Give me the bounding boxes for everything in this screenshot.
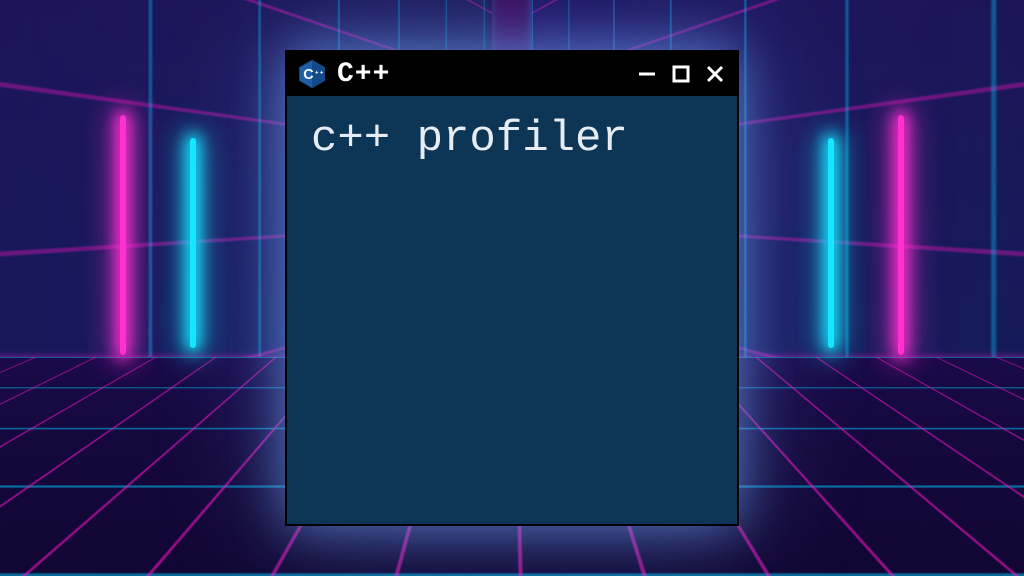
svg-text:+: +	[320, 71, 324, 77]
window-content-area: c++ profiler	[287, 96, 737, 524]
close-icon	[705, 64, 725, 84]
maximize-button[interactable]	[669, 62, 693, 86]
bg-neon-pillar	[120, 115, 126, 355]
bg-neon-pillar	[898, 115, 904, 355]
cpp-logo-icon: C + +	[297, 59, 327, 89]
content-text: c++ profiler	[311, 116, 713, 162]
minimize-icon	[637, 64, 657, 84]
maximize-icon	[671, 64, 691, 84]
app-window: C + + C++	[285, 50, 739, 526]
minimize-button[interactable]	[635, 62, 659, 86]
wallpaper-background: C + + C++	[0, 0, 1024, 576]
window-title: C++	[337, 59, 390, 90]
bg-neon-pillar	[190, 138, 196, 348]
svg-text:C: C	[303, 67, 313, 83]
close-button[interactable]	[703, 62, 727, 86]
titlebar[interactable]: C + + C++	[287, 52, 737, 96]
svg-text:+: +	[315, 71, 319, 77]
bg-neon-pillar	[828, 138, 834, 348]
